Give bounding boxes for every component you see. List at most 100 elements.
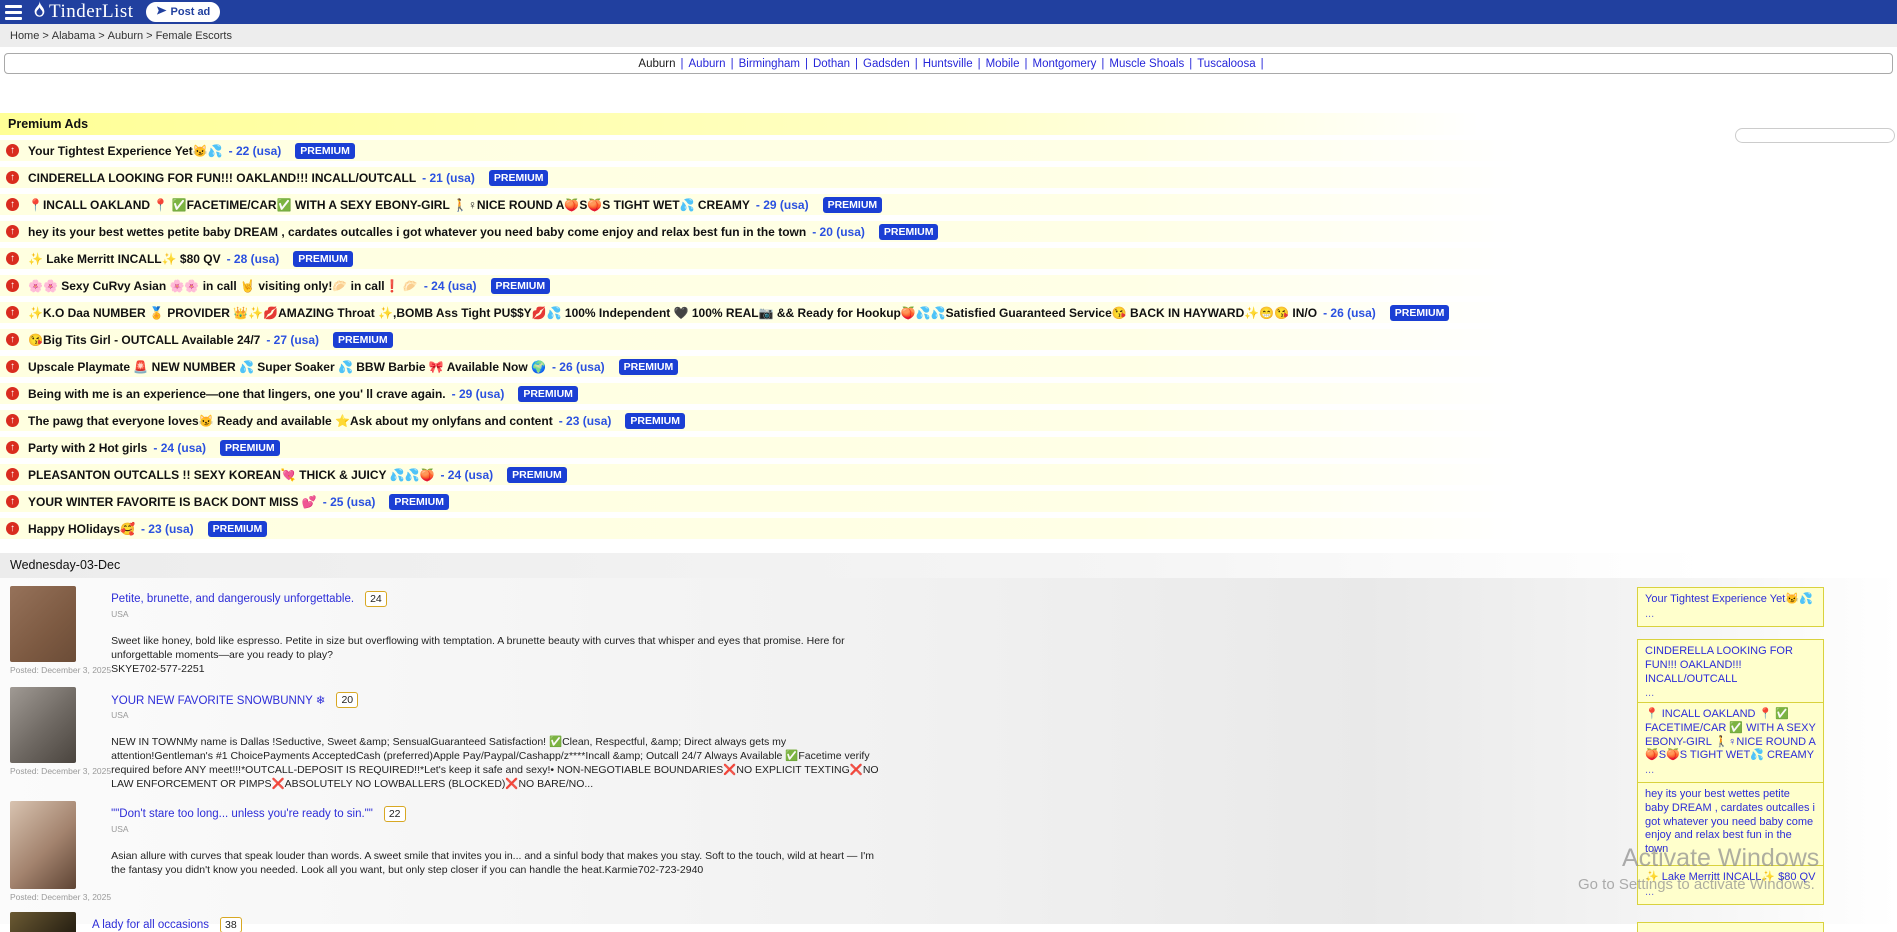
- breadcrumb-city[interactable]: Auburn: [108, 30, 143, 42]
- sidebar-ad-box[interactable]: hey its your best wettes petite baby DRE…: [1637, 782, 1824, 877]
- premium-ad-row[interactable]: ↑ Party with 2 Hot girls - 24 (usa) PREM…: [0, 437, 1897, 458]
- premium-ad-row[interactable]: ↑ ✨ Lake Merritt INCALL✨ $80 QV - 28 (us…: [0, 248, 1897, 269]
- listing-thumbnail[interactable]: [10, 586, 76, 662]
- premium-ad-title[interactable]: Party with 2 Hot girls: [28, 441, 147, 455]
- premium-ad-title[interactable]: 📍INCALL OAKLAND 📍 ✅FACETIME/CAR✅ WITH A …: [28, 198, 750, 212]
- premium-ads-section: Premium Ads ↑ Your Tightest Experience Y…: [0, 113, 1897, 539]
- breadcrumb-separator: >: [42, 30, 48, 42]
- brand-logo[interactable]: TinderList: [32, 1, 134, 24]
- listing-age-badge: 20: [336, 692, 358, 708]
- premium-ad-title[interactable]: The pawg that everyone loves😼 Ready and …: [28, 414, 553, 428]
- premium-ad-row[interactable]: ↑ YOUR WINTER FAVORITE IS BACK DONT MISS…: [0, 491, 1897, 512]
- listing-thumbnail[interactable]: [10, 912, 76, 932]
- sidebar-ad-title[interactable]: CINDERELLA LOOKING FOR FUN!!! OAKLAND!!!…: [1645, 645, 1816, 686]
- premium-ad-row[interactable]: ↑ 🌸🌸 Sexy CuRvy Asian 🌸🌸 in call 🤘 visit…: [0, 275, 1897, 296]
- premium-ad-row[interactable]: ↑ Happy HOlidays🥰 - 23 (usa) PREMIUM: [0, 518, 1897, 539]
- breadcrumb-state[interactable]: Alabama: [52, 30, 95, 42]
- sidebar-ad-title[interactable]: hey its your best wettes petite baby DRE…: [1645, 788, 1816, 857]
- listing-item: Posted: December 3, 2025 YOUR NEW FAVORI…: [0, 687, 1897, 792]
- hamburger-menu-icon[interactable]: [5, 5, 22, 20]
- city-link-gadsden[interactable]: Gadsden: [863, 58, 910, 70]
- city-link-auburn[interactable]: Auburn: [689, 58, 726, 70]
- premium-ad-row[interactable]: ↑ PLEASANTON OUTCALLS !! SEXY KOREAN💘 TH…: [0, 464, 1897, 485]
- premium-ad-row[interactable]: ↑ Being with me is an experience—one tha…: [0, 383, 1897, 404]
- page: TinderList Post ad Home > Alabama > Aubu…: [0, 0, 1897, 932]
- city-separator: |: [1101, 58, 1104, 70]
- city-link-mobile[interactable]: Mobile: [986, 58, 1020, 70]
- city-link-tuscaloosa[interactable]: Tuscaloosa: [1197, 58, 1255, 70]
- breadcrumb-category[interactable]: Female Escorts: [156, 30, 232, 42]
- sidebar-ad-title[interactable]: 📍 INCALL OAKLAND 📍 ✅ FACETIME/CAR ✅ WITH…: [1645, 708, 1816, 763]
- premium-ad-row[interactable]: ↑ 📍INCALL OAKLAND 📍 ✅FACETIME/CAR✅ WITH …: [0, 194, 1897, 215]
- listing-title-link[interactable]: ""Don't stare too long... unless you're …: [111, 808, 373, 820]
- premium-ad-age: - 27 (usa): [266, 333, 319, 347]
- listing-title-link[interactable]: A lady for all occasions: [92, 919, 209, 931]
- post-ad-button[interactable]: Post ad: [146, 2, 221, 22]
- breadcrumb-separator: >: [98, 30, 104, 42]
- premium-ad-title[interactable]: ✨K.O Daa NUMBER 🏅 PROVIDER 👑✨💋AMAZING Th…: [28, 306, 1317, 320]
- premium-badge: PREMIUM: [491, 278, 551, 294]
- premium-ad-age: - 22 (usa): [229, 144, 282, 158]
- listing-thumbnail[interactable]: [10, 687, 76, 763]
- listing-country: USA: [111, 824, 881, 834]
- premium-ad-title[interactable]: CINDERELLA LOOKING FOR FUN!!! OAKLAND!!!…: [28, 171, 416, 185]
- premium-badge: PREMIUM: [1390, 305, 1450, 321]
- city-link-muscle-shoals[interactable]: Muscle Shoals: [1109, 58, 1184, 70]
- sidebar-ad-box[interactable]: Your Tightest Experience Yet😼💦 ...: [1637, 587, 1824, 627]
- premium-ad-title[interactable]: Upscale Playmate 🚨 NEW NUMBER 💦 Super So…: [28, 360, 546, 374]
- sidebar-ad-box-clipped[interactable]: [1637, 922, 1824, 932]
- premium-ad-title[interactable]: YOUR WINTER FAVORITE IS BACK DONT MISS 💕: [28, 495, 317, 509]
- listing-phone: SKYE702-577-2251: [111, 662, 881, 676]
- city-separator: |: [1024, 58, 1027, 70]
- premium-ad-row[interactable]: ↑ Your Tightest Experience Yet😼💦 - 22 (u…: [0, 140, 1897, 161]
- city-link-birmingham[interactable]: Birmingham: [739, 58, 800, 70]
- up-arrow-icon: ↑: [6, 333, 19, 346]
- premium-badge: PREMIUM: [823, 197, 883, 213]
- listing-thumbnail[interactable]: [10, 801, 76, 889]
- listing-title-link[interactable]: Petite, brunette, and dangerously unforg…: [111, 593, 354, 605]
- sidebar-ad-box[interactable]: 📍 INCALL OAKLAND 📍 ✅ FACETIME/CAR ✅ WITH…: [1637, 702, 1824, 783]
- city-separator: |: [855, 58, 858, 70]
- up-arrow-icon: ↑: [6, 441, 19, 454]
- up-arrow-icon: ↑: [6, 468, 19, 481]
- city-links-box: Auburn | Auburn | Birmingham | Dothan | …: [4, 53, 1893, 74]
- sidebar-ad-box[interactable]: ✨ Lake Merritt INCALL✨ $80 QV ...: [1637, 865, 1824, 905]
- premium-ad-title[interactable]: 🌸🌸 Sexy CuRvy Asian 🌸🌸 in call 🤘 visitin…: [28, 279, 418, 293]
- premium-ad-row[interactable]: ↑ 😘Big Tits Girl - OUTCALL Available 24/…: [0, 329, 1897, 350]
- listing-title-link[interactable]: YOUR NEW FAVORITE SNOWBUNNY ❄: [111, 693, 325, 707]
- listing-posted-date: Posted: December 3, 2025: [10, 892, 111, 902]
- listing-country: USA: [111, 609, 881, 619]
- premium-ad-title[interactable]: Happy HOlidays🥰: [28, 522, 135, 536]
- city-link-montgomery[interactable]: Montgomery: [1032, 58, 1096, 70]
- listings-section: Wednesday-03-Dec Posted: December 3, 202…: [0, 553, 1897, 924]
- premium-ad-age: - 29 (usa): [756, 198, 809, 212]
- premium-ad-title[interactable]: PLEASANTON OUTCALLS !! SEXY KOREAN💘 THIC…: [28, 468, 434, 482]
- listing-description: Asian allure with curves that speak loud…: [111, 849, 881, 877]
- empty-input-box[interactable]: [1735, 128, 1895, 143]
- premium-ad-title[interactable]: ✨ Lake Merritt INCALL✨ $80 QV: [28, 252, 221, 266]
- city-separator: |: [805, 58, 808, 70]
- sidebar-ad-box[interactable]: CINDERELLA LOOKING FOR FUN!!! OAKLAND!!!…: [1637, 639, 1824, 706]
- premium-ad-row[interactable]: ↑ hey its your best wettes petite baby D…: [0, 221, 1897, 242]
- sidebar-ad-title[interactable]: ✨ Lake Merritt INCALL✨ $80 QV: [1645, 871, 1816, 885]
- city-separator: |: [1261, 58, 1264, 70]
- premium-badge: PREMIUM: [619, 359, 679, 375]
- premium-ad-title[interactable]: Being with me is an experience—one that …: [28, 387, 446, 401]
- premium-ads-header: Premium Ads: [0, 113, 1897, 135]
- premium-ad-row[interactable]: ↑ Upscale Playmate 🚨 NEW NUMBER 💦 Super …: [0, 356, 1897, 377]
- premium-ad-title[interactable]: 😘Big Tits Girl - OUTCALL Available 24/7: [28, 333, 260, 347]
- city-link-huntsville[interactable]: Huntsville: [923, 58, 973, 70]
- sidebar-ad-title[interactable]: Your Tightest Experience Yet😼💦: [1645, 593, 1816, 607]
- premium-ad-title[interactable]: Your Tightest Experience Yet😼💦: [28, 144, 223, 158]
- breadcrumb-home[interactable]: Home: [10, 30, 39, 42]
- listing-age-badge: 38: [220, 917, 242, 932]
- listing-item: Posted: December 3, 2025 Petite, brunett…: [0, 586, 1897, 677]
- premium-badge: PREMIUM: [220, 440, 280, 456]
- premium-ad-row[interactable]: ↑ The pawg that everyone loves😼 Ready an…: [0, 410, 1897, 431]
- premium-ad-title[interactable]: hey its your best wettes petite baby DRE…: [28, 225, 806, 239]
- premium-ad-row[interactable]: ↑ ✨K.O Daa NUMBER 🏅 PROVIDER 👑✨💋AMAZING …: [0, 302, 1897, 323]
- city-link-dothan[interactable]: Dothan: [813, 58, 850, 70]
- premium-badge: PREMIUM: [489, 170, 549, 186]
- premium-ad-row[interactable]: ↑ CINDERELLA LOOKING FOR FUN!!! OAKLAND!…: [0, 167, 1897, 188]
- city-link-auburn-active[interactable]: Auburn: [638, 58, 675, 70]
